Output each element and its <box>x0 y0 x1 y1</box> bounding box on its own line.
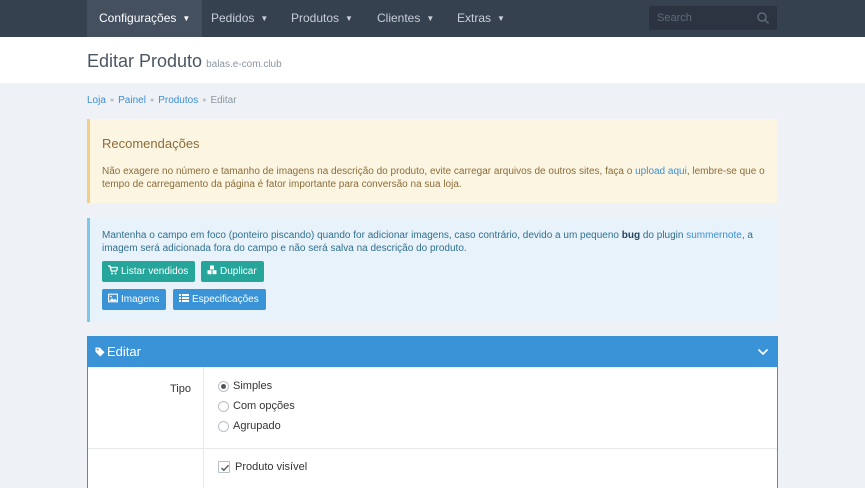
search-input[interactable] <box>649 6 753 30</box>
breadcrumb-produtos[interactable]: Produtos <box>158 95 198 106</box>
product-visible-label: Produto visível <box>235 461 308 473</box>
page-title: Editar Produto balas.e-com.club <box>87 51 282 72</box>
info-bug-word: bug <box>621 230 641 241</box>
nav-item-label: Produtos <box>291 11 340 25</box>
radio-label: Com opções <box>233 400 295 412</box>
recommendations-title: Recomendações <box>102 136 200 151</box>
edit-panel-title: Editar <box>107 344 141 359</box>
specifications-label: Especificações <box>192 294 259 305</box>
form-divider <box>203 449 204 488</box>
breadcrumb-painel[interactable]: Painel <box>118 95 146 106</box>
images-button[interactable]: Imagens <box>102 289 167 310</box>
edit-panel: Editar Tipo Simples Com opções Agrupado … <box>87 336 778 488</box>
chevron-down-icon: ▼ <box>426 14 435 23</box>
recommendations-alert: Recomendações Não exagere no número e ta… <box>87 119 777 203</box>
nav-item-produtos[interactable]: Produtos ▼ <box>279 0 365 37</box>
chevron-down-icon: ▼ <box>182 14 191 23</box>
page-title-text: Editar Produto <box>87 51 203 71</box>
nav-item-label: Clientes <box>377 11 421 25</box>
radio-label: Simples <box>233 380 273 392</box>
list-sold-label: Listar vendidos <box>121 266 189 277</box>
duplicate-label: Duplicar <box>220 266 257 277</box>
upload-link[interactable]: upload aqui <box>635 166 687 177</box>
list-icon <box>179 294 189 302</box>
search-box <box>649 6 777 30</box>
specifications-button[interactable]: Especificações <box>173 289 266 310</box>
top-navbar: Configurações ▼ Pedidos ▼ Produtos ▼ Client… <box>0 0 865 37</box>
info-text-before: Mantenha o campo em foco (ponteiro pisca… <box>102 230 622 241</box>
nav-item-configuracoes[interactable]: Configurações ▼ <box>87 0 203 37</box>
radio-unchecked[interactable] <box>218 421 229 432</box>
radio-checked[interactable] <box>218 381 229 392</box>
store-domain: balas.e-com.club <box>206 59 282 70</box>
info-text-middle: do plugin <box>640 230 687 241</box>
radio-label: Agrupado <box>233 420 281 432</box>
cubes-icon <box>207 265 217 275</box>
list-sold-button[interactable]: Listar vendidos <box>102 261 196 282</box>
chevron-down-icon[interactable] <box>757 346 769 358</box>
recommendations-text: Não exagere no número e tamanho de image… <box>102 165 767 191</box>
checkbox-box[interactable] <box>218 461 230 473</box>
duplicate-button[interactable]: Duplicar <box>201 261 264 282</box>
images-label: Imagens <box>121 294 160 305</box>
tag-icon <box>95 347 105 357</box>
cart-icon <box>108 265 118 275</box>
breadcrumb-loja[interactable]: Loja <box>87 95 106 106</box>
nav-item-pedidos[interactable]: Pedidos ▼ <box>199 0 280 37</box>
image-info-alert: Mantenha o campo em foco (ponteiro pisca… <box>87 218 777 322</box>
breadcrumb-separator: ● <box>149 97 155 104</box>
tipo-row: Tipo Simples Com opções Agrupado <box>88 367 777 449</box>
tipo-label: Tipo <box>170 383 191 395</box>
form-divider <box>203 367 204 448</box>
breadcrumb-separator: ● <box>109 97 115 104</box>
chevron-down-icon: ▼ <box>260 14 269 23</box>
radio-unchecked[interactable] <box>218 401 229 412</box>
nav-item-label: Configurações <box>99 11 177 25</box>
nav-item-clientes[interactable]: Clientes ▼ <box>365 0 446 37</box>
breadcrumb-current: Editar <box>210 95 237 106</box>
summernote-link[interactable]: summernote <box>686 230 742 241</box>
chevron-down-icon: ▼ <box>345 14 353 23</box>
breadcrumb: Loja ● Painel ● Produtos ● Editar <box>87 95 237 106</box>
checkmark-icon <box>221 464 230 472</box>
chevron-down-icon: ▼ <box>497 14 505 23</box>
breadcrumb-separator: ● <box>202 97 207 104</box>
nav-item-label: Pedidos <box>211 11 255 25</box>
search-icon[interactable] <box>756 11 770 25</box>
recommendations-text-before: Não exagere no número e tamanho de image… <box>102 166 636 177</box>
info-text: Mantenha o campo em foco (ponteiro pisca… <box>102 229 767 255</box>
edit-panel-header[interactable]: Editar <box>88 337 777 367</box>
image-icon <box>108 293 118 303</box>
visibility-row: Produto visível <box>88 449 777 488</box>
nav-item-label: Extras <box>457 11 492 25</box>
nav-item-extras[interactable]: Extras ▼ <box>445 0 517 37</box>
